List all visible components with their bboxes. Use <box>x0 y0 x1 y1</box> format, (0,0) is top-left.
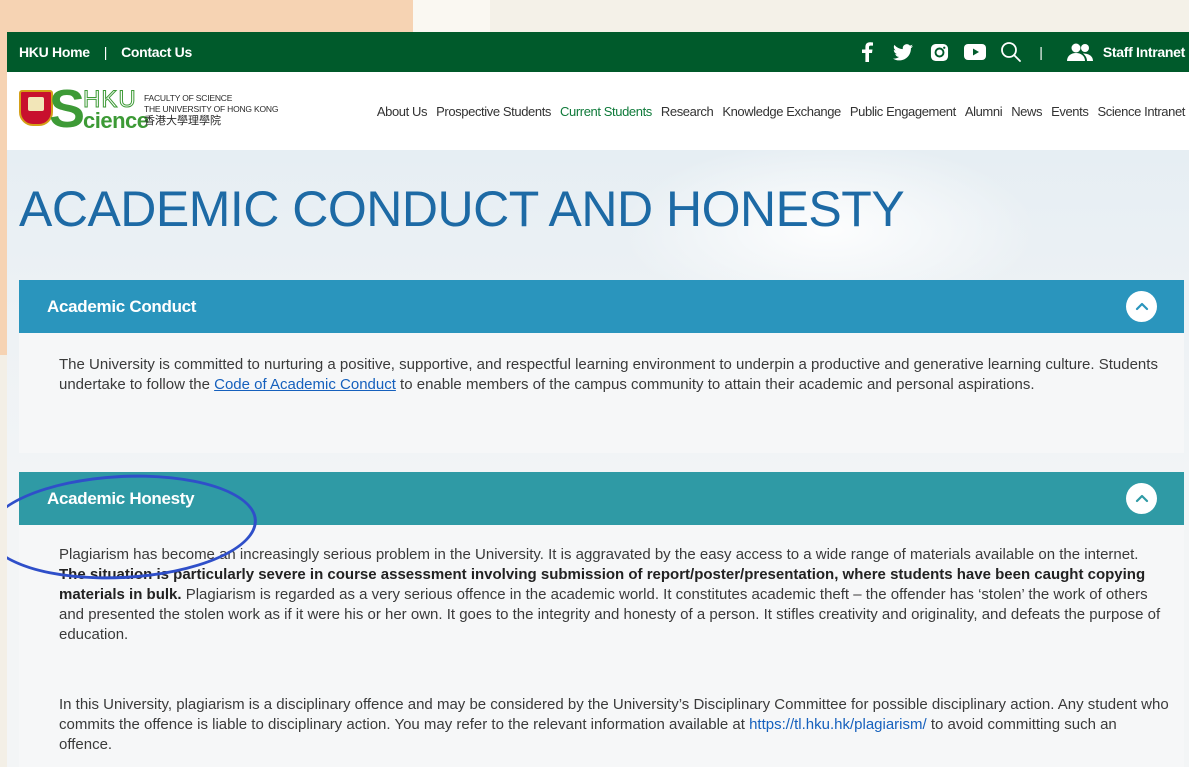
hku-crest-icon <box>19 90 53 126</box>
background-strip <box>413 0 490 35</box>
search-icon[interactable] <box>999 40 1023 64</box>
twitter-icon[interactable] <box>891 40 915 64</box>
plagiarism-info-link[interactable]: https://tl.hku.hk/plagiarism/ <box>749 716 927 733</box>
top-bar: HKU Home | Contact Us | Staff Intranet <box>7 32 1189 72</box>
facebook-icon[interactable] <box>855 40 879 64</box>
nav-item-science-intranet[interactable]: Science Intranet <box>1097 104 1185 119</box>
tools-separator: | <box>1039 44 1043 60</box>
code-of-academic-conduct-link[interactable]: Code of Academic Conduct <box>214 376 396 393</box>
staff-intranet-link[interactable]: Staff Intranet <box>1066 43 1185 61</box>
plagiarism-text-end: Plagiarism is regarded as a very serious… <box>59 586 1161 643</box>
nav-item-news[interactable]: News <box>1011 104 1042 119</box>
page-title: ACADEMIC CONDUCT AND HONESTY <box>19 181 905 237</box>
nav-item-current-students[interactable]: Current Students <box>560 104 652 119</box>
chevron-up-icon[interactable] <box>1126 483 1157 514</box>
nav-menu: About Us Prospective Students Current St… <box>368 72 1186 150</box>
nav-item-knowledge-exchange[interactable]: Knowledge Exchange <box>722 104 841 119</box>
hku-science-logo[interactable]: S HKU cience FACULTY OF SCIENCE THE UNIV… <box>19 79 279 139</box>
disciplinary-paragraph: In this University, plagiarism is a disc… <box>59 695 1169 755</box>
logo-faculty-line1: FACULTY OF SCIENCE <box>144 93 233 103</box>
staff-intranet-label: Staff Intranet <box>1102 44 1185 60</box>
top-right-tools: | Staff Intranet <box>843 32 1189 72</box>
users-icon <box>1066 43 1093 61</box>
logo-faculty-line2: THE UNIVERSITY OF HONG KONG <box>144 104 279 114</box>
hku-home-link[interactable]: HKU Home <box>19 44 90 60</box>
chevron-up-icon[interactable] <box>1126 291 1157 322</box>
browser-page: HKU Home | Contact Us | Staff Intranet S… <box>7 32 1189 767</box>
nav-item-about-us[interactable]: About Us <box>377 104 428 119</box>
nav-item-alumni[interactable]: Alumni <box>965 104 1003 119</box>
nav-item-public-engagement[interactable]: Public Engagement <box>850 104 956 119</box>
academic-conduct-text: The University is committed to nurturing… <box>59 355 1169 395</box>
top-link-separator: | <box>103 44 108 60</box>
logo-letter-s: S <box>49 79 86 139</box>
accordion-body-academic-conduct: The University is committed to nurturing… <box>19 333 1184 453</box>
main-navigation-bar: S HKU cience FACULTY OF SCIENCE THE UNIV… <box>7 72 1189 150</box>
logo-chinese-name: 香港大學理學院 <box>144 115 221 127</box>
nav-item-events[interactable]: Events <box>1051 104 1089 119</box>
conduct-text-end: to enable members of the campus communit… <box>395 376 1035 393</box>
nav-item-research[interactable]: Research <box>661 104 714 119</box>
instagram-icon[interactable] <box>927 40 951 64</box>
logo-faculty-text: FACULTY OF SCIENCE THE UNIVERSITY OF HON… <box>144 93 278 115</box>
top-links: HKU Home | Contact Us <box>19 32 192 72</box>
plagiarism-paragraph: Plagiarism has become an increasingly se… <box>59 545 1169 645</box>
youtube-icon[interactable] <box>963 40 987 64</box>
contact-us-link[interactable]: Contact Us <box>121 44 192 60</box>
logo-cience-text: cience <box>83 108 149 133</box>
accordion-title: Academic Conduct <box>47 297 197 316</box>
nav-item-prospective-students[interactable]: Prospective Students <box>436 104 551 119</box>
background-light-panel <box>490 0 1189 35</box>
accordion-header-academic-conduct[interactable]: Academic Conduct <box>19 280 1184 333</box>
